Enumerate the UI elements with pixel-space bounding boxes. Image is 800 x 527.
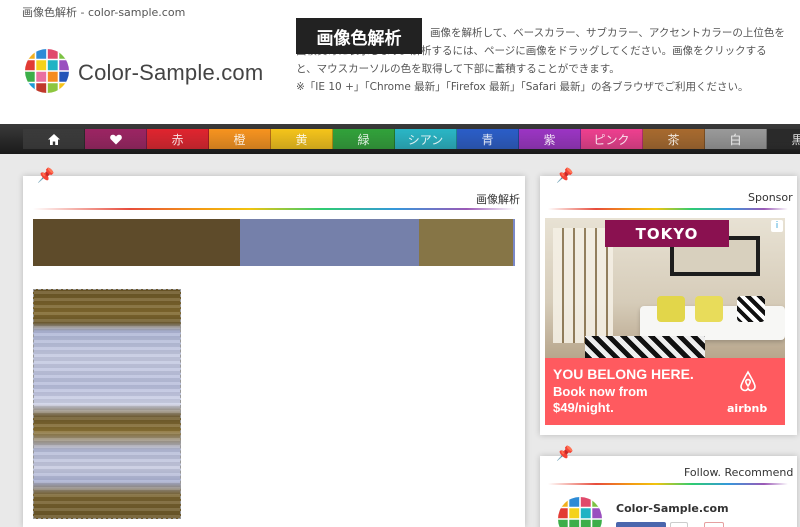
color-nav: 赤 橙 黄 緑 シアン 青 紫 ピンク 茶 白 黒 (23, 129, 800, 149)
ad-info-icon[interactable]: i (771, 220, 783, 232)
ad-banner[interactable]: TOKYO i YOU BELONG HERE. Book now from $… (545, 218, 785, 425)
follow-panel-title: Follow. Recommend (684, 466, 794, 479)
nav-item-home[interactable] (23, 129, 85, 149)
nav-item-pink[interactable]: ピンク (581, 129, 643, 149)
nav-label: 赤 (171, 132, 184, 147)
nav-label: 黄 (295, 132, 308, 147)
site-header: 画像色解析 - color-sample.com Color-Sample.co… (0, 0, 800, 124)
nav-item-black[interactable]: 黒 (767, 129, 800, 149)
site-logo-text[interactable]: Color-Sample.com (78, 60, 263, 86)
facebook-like-button[interactable] (616, 522, 666, 527)
nav-item-purple[interactable]: 紫 (519, 129, 581, 149)
nav-label: 緑 (357, 132, 370, 147)
follow-logo-icon (558, 497, 602, 527)
analyzed-image[interactable] (33, 289, 181, 519)
rainbow-divider (33, 208, 515, 210)
nav-item-blue[interactable]: 青 (457, 129, 519, 149)
color-swatch-4[interactable] (512, 219, 515, 266)
page-title: 画像色解析 (296, 18, 422, 54)
bookmark-button[interactable] (704, 522, 724, 527)
ad-price: $49/night. (553, 400, 614, 415)
nav-label: 黒 (791, 132, 800, 147)
color-ratio-bar (33, 219, 515, 266)
browser-note: ※「IE 10 +」「Chrome 最新」「Firefox 最新」「Safari… (296, 81, 749, 93)
pin-icon: 📌 (556, 168, 574, 184)
ad-headline: YOU BELONG HERE. (553, 366, 694, 382)
nav-label: 紫 (543, 132, 556, 147)
color-swatch-3[interactable] (418, 219, 513, 266)
page-caption: 画像色解析 - color-sample.com (22, 6, 186, 19)
nav-item-orange[interactable]: 橙 (209, 129, 271, 149)
rainbow-divider (548, 208, 788, 210)
rainbow-divider (548, 483, 788, 485)
pin-icon: 📌 (556, 446, 574, 462)
nav-label: シアン (407, 132, 444, 147)
nav-label: 茶 (667, 132, 680, 147)
nav-item-favorite[interactable] (85, 129, 147, 149)
nav-item-white[interactable]: 白 (705, 129, 767, 149)
nav-item-cyan[interactable]: シアン (395, 129, 457, 149)
color-swatch-1[interactable] (33, 219, 241, 266)
pin-icon: 📌 (37, 168, 55, 184)
nav-item-green[interactable]: 緑 (333, 129, 395, 149)
ad-city-tag: TOKYO (605, 220, 729, 247)
home-icon (47, 133, 60, 145)
site-logo-icon[interactable] (24, 48, 70, 94)
color-swatch-2[interactable] (240, 219, 419, 266)
nav-item-red[interactable]: 赤 (147, 129, 209, 149)
nav-label: 橙 (233, 132, 246, 147)
nav-item-brown[interactable]: 茶 (643, 129, 705, 149)
analysis-panel-title: 画像解析 (476, 193, 520, 206)
nav-label: 白 (729, 132, 742, 147)
sponsor-panel-title: Sponsor (748, 191, 793, 204)
nav-label: ピンク (593, 132, 630, 147)
color-nav-bar: 赤 橙 黄 緑 シアン 青 紫 ピンク 茶 白 黒 (0, 124, 800, 154)
nav-item-yellow[interactable]: 黄 (271, 129, 333, 149)
airbnb-logo-icon (740, 370, 756, 392)
ad-subline: Book now from (553, 384, 648, 399)
heart-icon (109, 134, 122, 144)
share-count-button[interactable] (670, 522, 688, 527)
follow-site-name[interactable]: Color-Sample.com (616, 502, 729, 515)
nav-label: 青 (481, 132, 494, 147)
ad-brand-name: airbnb (727, 402, 768, 415)
